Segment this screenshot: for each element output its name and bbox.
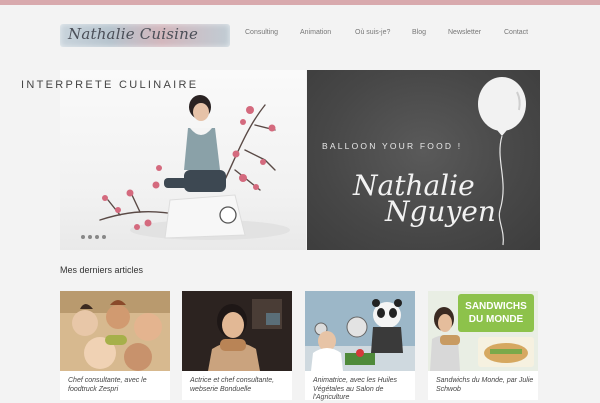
top-accent-bar (0, 0, 600, 5)
nav-item-consulting[interactable]: Consulting (245, 29, 278, 36)
hero-title: INTERPRETE CULINAIRE (21, 79, 199, 91)
thumb-text-line1: SANDWICHS (465, 301, 527, 312)
slider-dot[interactable] (102, 235, 106, 239)
hero-illustration (99, 95, 290, 240)
nav-item-animation[interactable]: Animation (300, 29, 331, 36)
nav-item-contact[interactable]: Contact (504, 29, 528, 36)
banner-tagline: BALLOON YOUR FOOD ! (322, 141, 463, 151)
article-caption[interactable]: Sandwichs du Monde, par Julie Schwob (436, 377, 534, 394)
hero-slider[interactable] (60, 70, 306, 250)
article-caption[interactable]: Chef consultante, avec le foodtruck Zesp… (68, 377, 166, 394)
slider-dot[interactable] (95, 235, 99, 239)
article-thumbnail[interactable] (60, 291, 170, 371)
main-nav: Consulting Animation Où suis-je? Blog Ne… (0, 29, 600, 43)
article-card[interactable]: SANDWICHS DU MONDE Sandwichs du Monde, p… (428, 291, 538, 400)
article-caption[interactable]: Animatrice, avec les Huiles Végétales au… (313, 377, 411, 403)
article-card[interactable]: Chef consultante, avec le foodtruck Zesp… (60, 291, 170, 400)
article-thumbnail[interactable] (182, 291, 292, 371)
article-thumbnail[interactable]: SANDWICHS DU MONDE (428, 291, 538, 371)
article-caption[interactable]: Actrice et chef consultante, webserie Bo… (190, 377, 288, 394)
banner-name-line2: Nguyen (385, 195, 496, 228)
nav-item-ou-suis-je[interactable]: Où suis-je? (355, 29, 390, 36)
slider-dot[interactable] (88, 235, 92, 239)
articles-section-title: Mes derniers articles (60, 265, 144, 275)
article-card[interactable]: Actrice et chef consultante, webserie Bo… (182, 291, 292, 400)
slider-dot[interactable] (81, 235, 85, 239)
nav-item-newsletter[interactable]: Newsletter (448, 29, 481, 36)
article-card[interactable]: Animatrice, avec les Huiles Végétales au… (305, 291, 415, 403)
thumb-text-line2: DU MONDE (469, 314, 524, 325)
article-thumbnail[interactable] (305, 291, 415, 371)
nav-item-blog[interactable]: Blog (412, 29, 426, 36)
